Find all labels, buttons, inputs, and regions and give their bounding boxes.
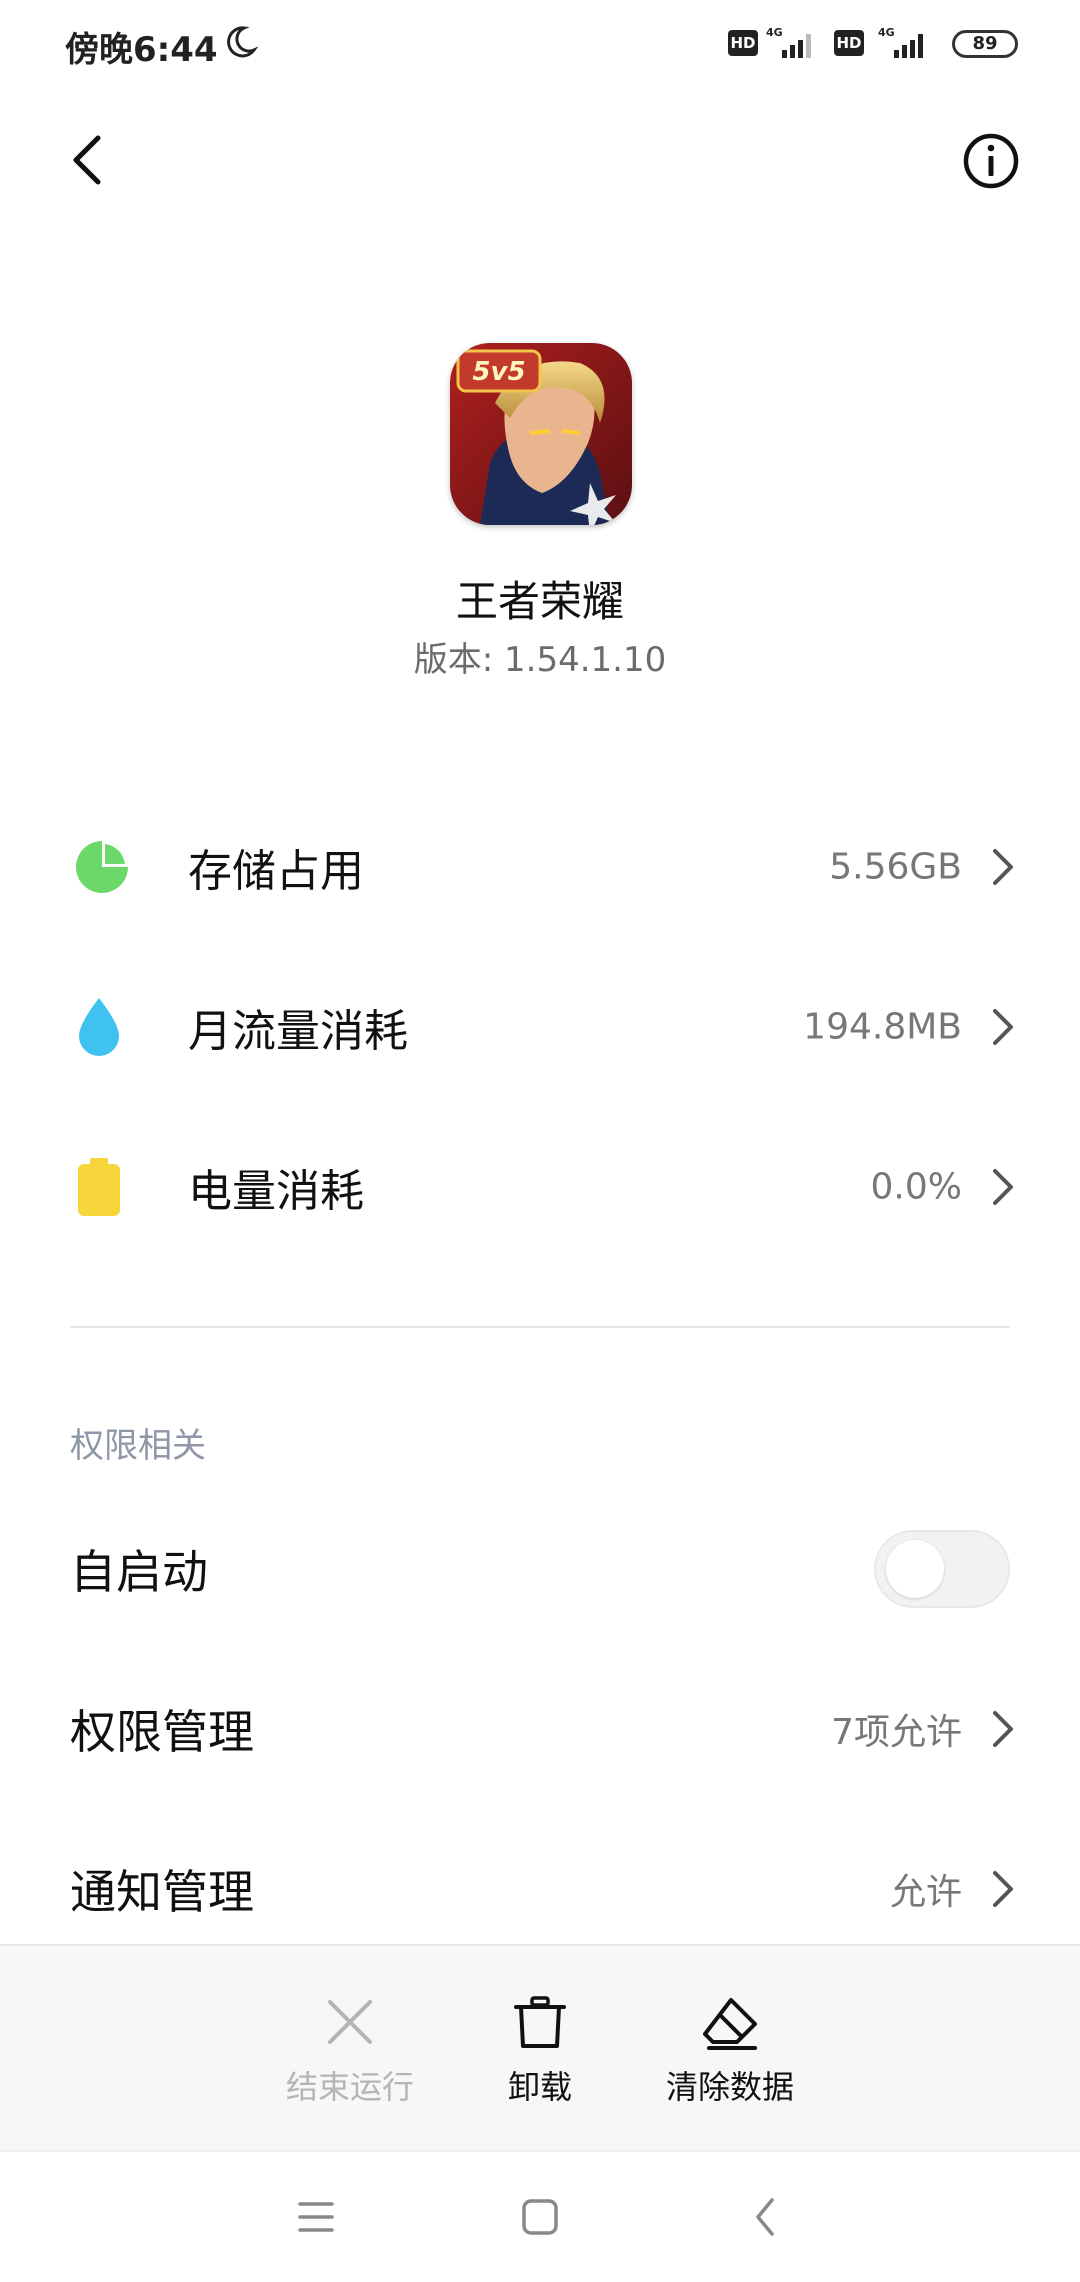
svg-text:4G: 4G [878,26,895,39]
battery-icon [78,1158,120,1216]
data-usage-row[interactable]: 月流量消耗 194.8MB [0,952,1080,1102]
navigation-bar [0,2150,1080,2282]
data-usage-label: 月流量消耗 [188,1006,408,1057]
permission-manage-value: 7项允许 [831,1712,962,1753]
section-title-permissions: 权限相关 [70,1426,206,1466]
battery-usage-label: 电量消耗 [188,1166,364,1217]
battery-usage-row[interactable]: 电量消耗 0.0% [0,1112,1080,1262]
notification-manage-row[interactable]: 通知管理 允许 [0,1814,1080,1964]
storage-pie-icon [76,841,128,893]
chevron-right-icon [993,1871,1013,1907]
data-usage-value: 194.8MB [803,1006,962,1048]
chevron-right-icon [993,1711,1013,1747]
data-drop-icon [79,998,119,1056]
chevron-right-icon [993,849,1013,885]
permission-manage-label: 权限管理 [70,1705,254,1759]
trash-icon [514,1996,566,2048]
svg-text:4G: 4G [766,26,783,39]
autostart-label: 自启动 [70,1545,208,1599]
autostart-toggle[interactable] [874,1530,1010,1608]
nav-back-icon[interactable] [736,2192,796,2242]
clear-data-button[interactable]: 清除数据 [630,1946,830,2152]
eraser-icon [703,1998,757,2050]
clear-data-label: 清除数据 [665,2068,794,2106]
menu-icon[interactable] [286,2192,346,2242]
storage-value: 5.56GB [829,846,962,888]
uninstall-button[interactable]: 卸载 [440,1946,640,2152]
status-time: 傍晚6:44 [65,30,218,70]
info-button[interactable] [962,132,1020,190]
toggle-knob [886,1540,944,1598]
close-icon [328,2000,372,2044]
app-icon: 5v5 [450,343,632,525]
autostart-row: 自启动 [0,1494,1080,1644]
signal-icon-1: 4G [766,26,811,58]
hd-badge-2: HD [834,30,864,56]
stop-label: 结束运行 [285,2068,414,2106]
back-button[interactable] [60,130,120,190]
hd-badge-1: HD [728,30,758,56]
action-bar: 结束运行 卸载 清除数据 [0,1944,1080,2152]
app-version: 版本: 1.54.1.10 [413,640,667,680]
uninstall-label: 卸载 [507,2068,572,2106]
app-name: 王者荣耀 [455,577,624,626]
home-icon[interactable] [510,2192,570,2242]
notification-manage-value: 允许 [889,1872,962,1913]
stop-button[interactable]: 结束运行 [250,1946,450,2152]
app-icon-text: 5v5 [472,357,525,387]
storage-row[interactable]: 存储占用 5.56GB [0,792,1080,942]
chevron-right-icon [993,1009,1013,1045]
divider [70,1326,1010,1328]
permission-manage-row[interactable]: 权限管理 7项允许 [0,1654,1080,1804]
battery-indicator: 89 [952,30,1018,58]
storage-label: 存储占用 [188,846,364,897]
moon-icon [227,26,259,58]
chevron-right-icon [993,1169,1013,1205]
notification-manage-label: 通知管理 [70,1865,254,1919]
battery-usage-value: 0.0% [870,1166,962,1208]
signal-icon-2: 4G [878,26,923,58]
